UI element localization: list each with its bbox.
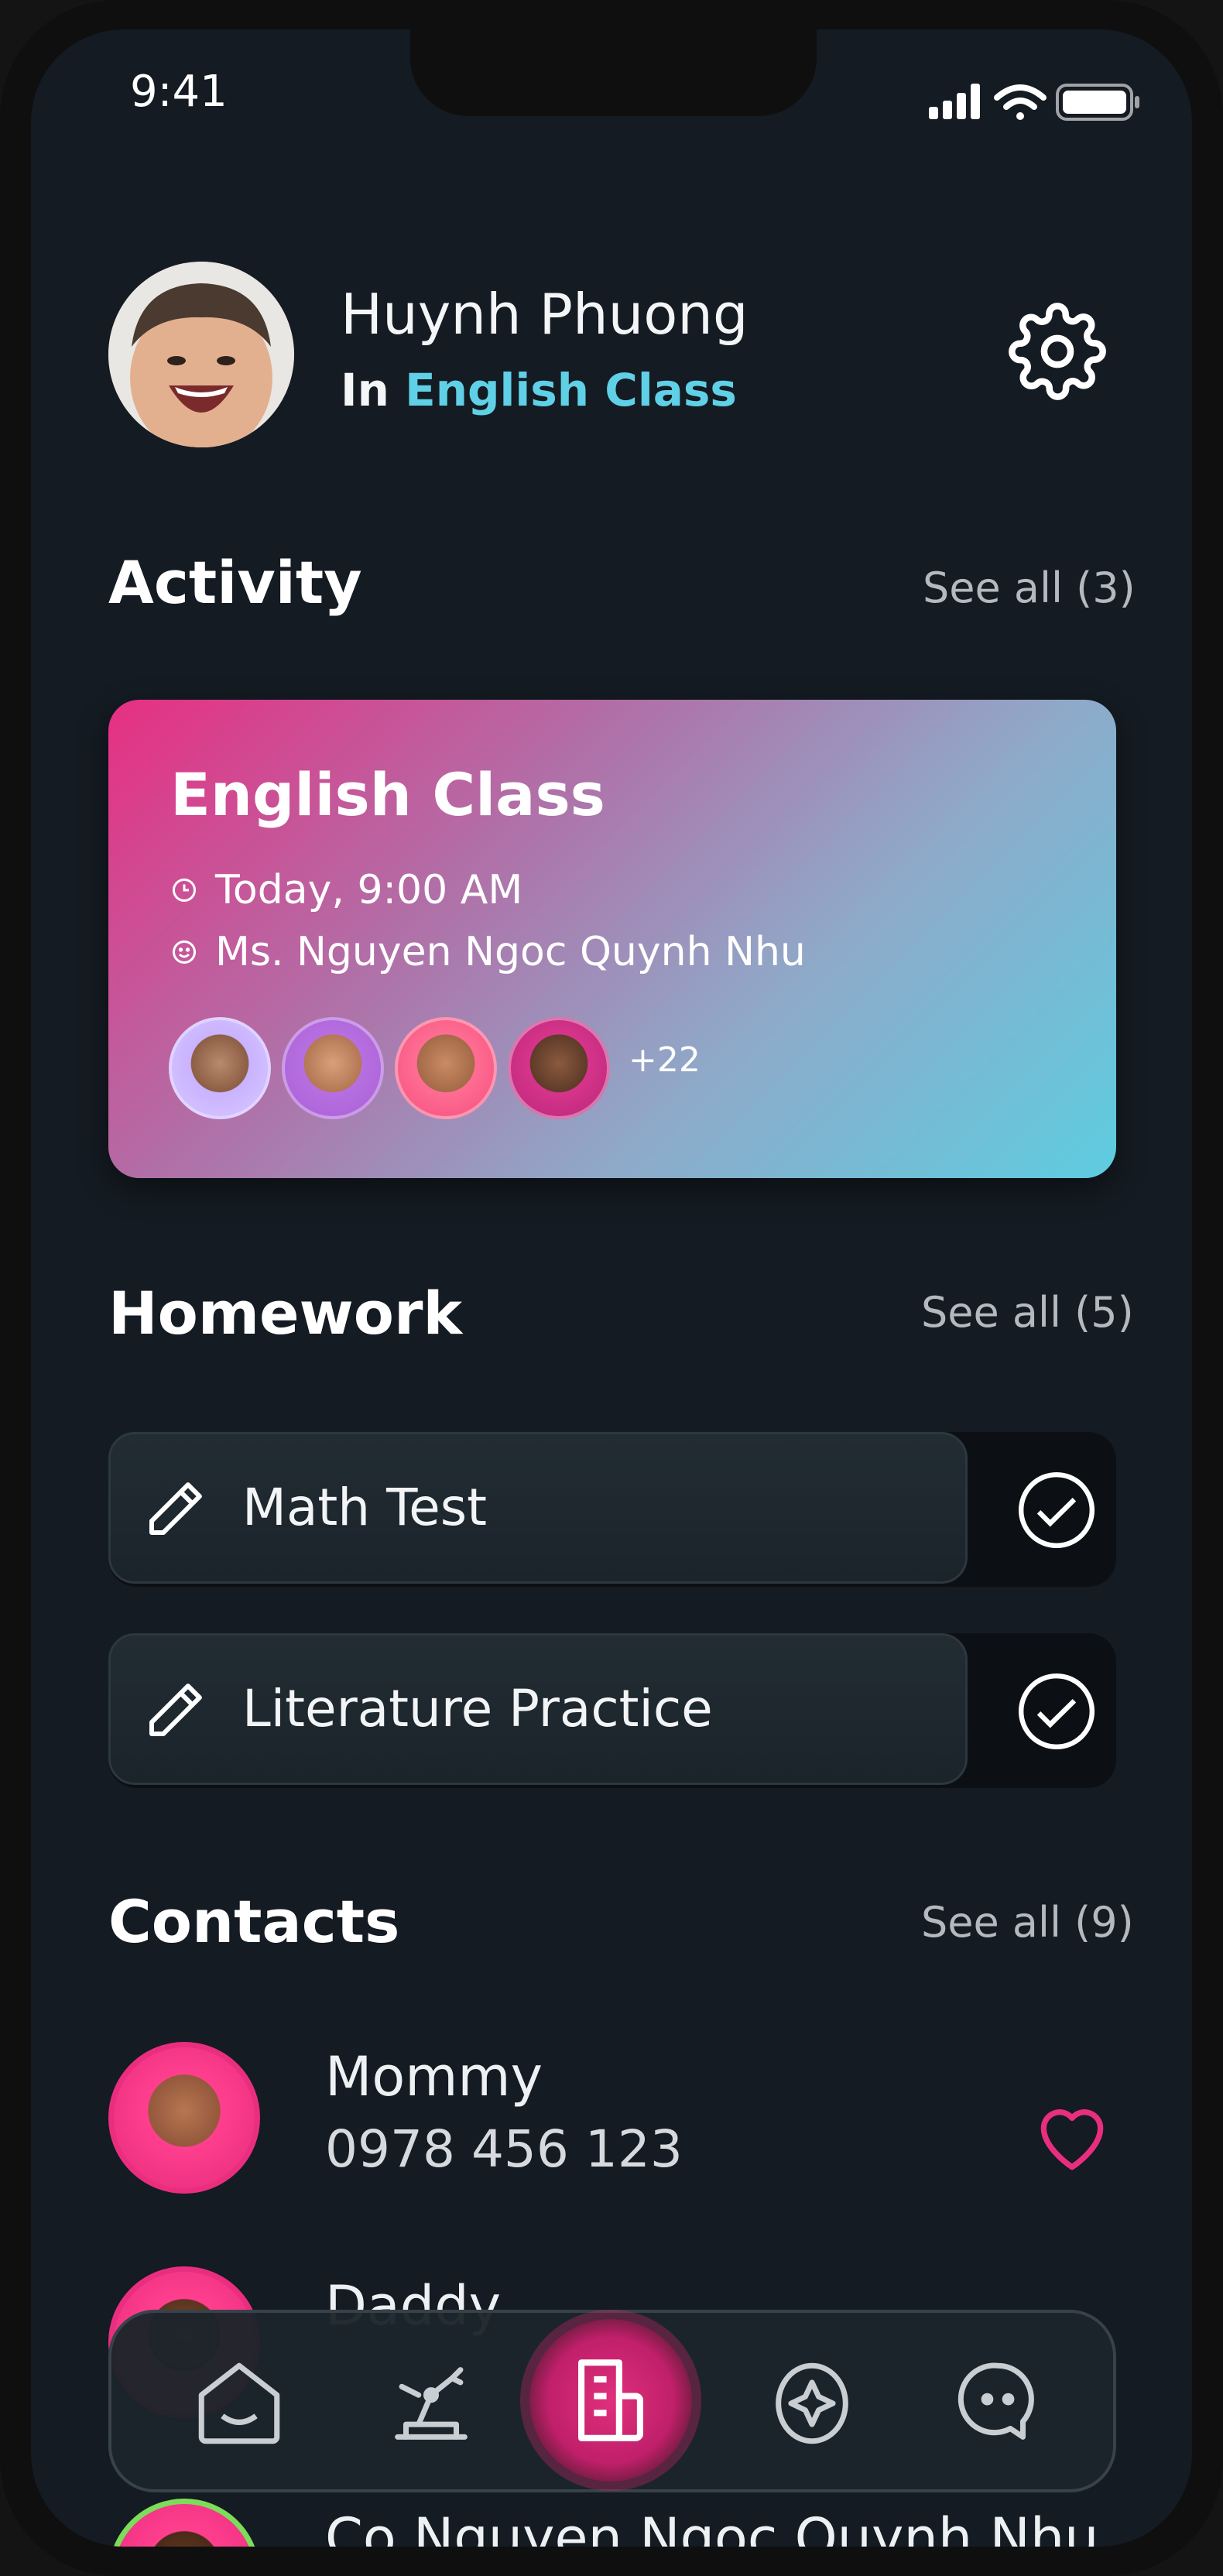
member-avatar (169, 1017, 271, 1119)
chat-icon[interactable] (947, 2353, 1048, 2454)
clock-icon (173, 879, 196, 902)
settings-gear-icon[interactable] (1008, 302, 1107, 401)
contact-avatar[interactable] (108, 2042, 260, 2194)
contacts-see-all[interactable]: See all (9) (921, 1898, 1134, 1947)
screen: 9:41 Huynh Phuong In English Class Activ… (31, 29, 1192, 2547)
member-avatar (395, 1017, 497, 1119)
homework-label: Math Test (242, 1478, 488, 1537)
homework-title: Homework (108, 1279, 463, 1348)
robot-arm-icon[interactable] (381, 2353, 481, 2454)
member-avatar (282, 1017, 384, 1119)
profile-class: In English Class (341, 364, 737, 416)
wifi-icon (994, 84, 1047, 120)
notch (410, 29, 817, 116)
homework-item[interactable]: Literature Practice (108, 1633, 1116, 1788)
compass-icon[interactable] (762, 2353, 862, 2454)
card-teacher: Ms. Nguyen Ngoc Quynh Nhu (215, 929, 806, 975)
bottom-nav (108, 2310, 1116, 2492)
nav-active-indicator[interactable] (529, 2319, 692, 2482)
card-title: English Class (170, 760, 605, 829)
contact-avatar[interactable] (108, 2499, 260, 2547)
check-circle-icon[interactable] (1014, 1669, 1099, 1754)
child-face-illustration (108, 262, 294, 447)
contact-name[interactable]: Co Nguyen Ngoc Quynh Nhu (325, 2506, 1099, 2547)
pencil-icon (149, 1482, 202, 1535)
homework-item-body[interactable]: Math Test (108, 1432, 968, 1584)
pencil-icon (149, 1684, 202, 1736)
check-circle-icon[interactable] (1014, 1468, 1099, 1553)
smile-icon (173, 940, 196, 964)
card-time-row: Today, 9:00 AM (170, 867, 522, 913)
activity-title: Activity (108, 548, 362, 617)
homework-see-all[interactable]: See all (5) (921, 1288, 1134, 1337)
profile-avatar[interactable] (108, 262, 294, 447)
homework-item-body[interactable]: Literature Practice (108, 1633, 968, 1785)
class-prefix: In (341, 364, 389, 416)
member-avatar (508, 1017, 610, 1119)
document-icon[interactable] (560, 2350, 661, 2451)
signal-icon (929, 84, 980, 119)
card-teacher-row: Ms. Nguyen Ngoc Quynh Nhu (170, 929, 806, 975)
activity-see-all[interactable]: See all (3) (923, 564, 1136, 612)
contacts-title: Contacts (108, 1887, 400, 1956)
home-icon[interactable] (189, 2353, 289, 2454)
battery-icon (1056, 84, 1139, 121)
activity-card[interactable]: English Class Today, 9:00 AM Ms. Nguyen … (108, 700, 1116, 1178)
profile-name: Huynh Phuong (341, 282, 749, 347)
contact-name[interactable]: Mommy (325, 2045, 543, 2108)
card-time: Today, 9:00 AM (215, 867, 523, 913)
extra-members-count: +22 (629, 1040, 701, 1080)
homework-item[interactable]: Math Test (108, 1432, 1116, 1587)
status-time: 9:41 (130, 67, 228, 117)
contact-phone: 0978 456 123 (325, 2119, 683, 2179)
phone-frame: 9:41 Huynh Phuong In English Class Activ… (0, 0, 1223, 2576)
heart-icon[interactable] (1029, 2096, 1115, 2181)
homework-label: Literature Practice (242, 1679, 713, 1738)
class-link[interactable]: English Class (405, 364, 737, 416)
status-icons (929, 84, 1139, 121)
